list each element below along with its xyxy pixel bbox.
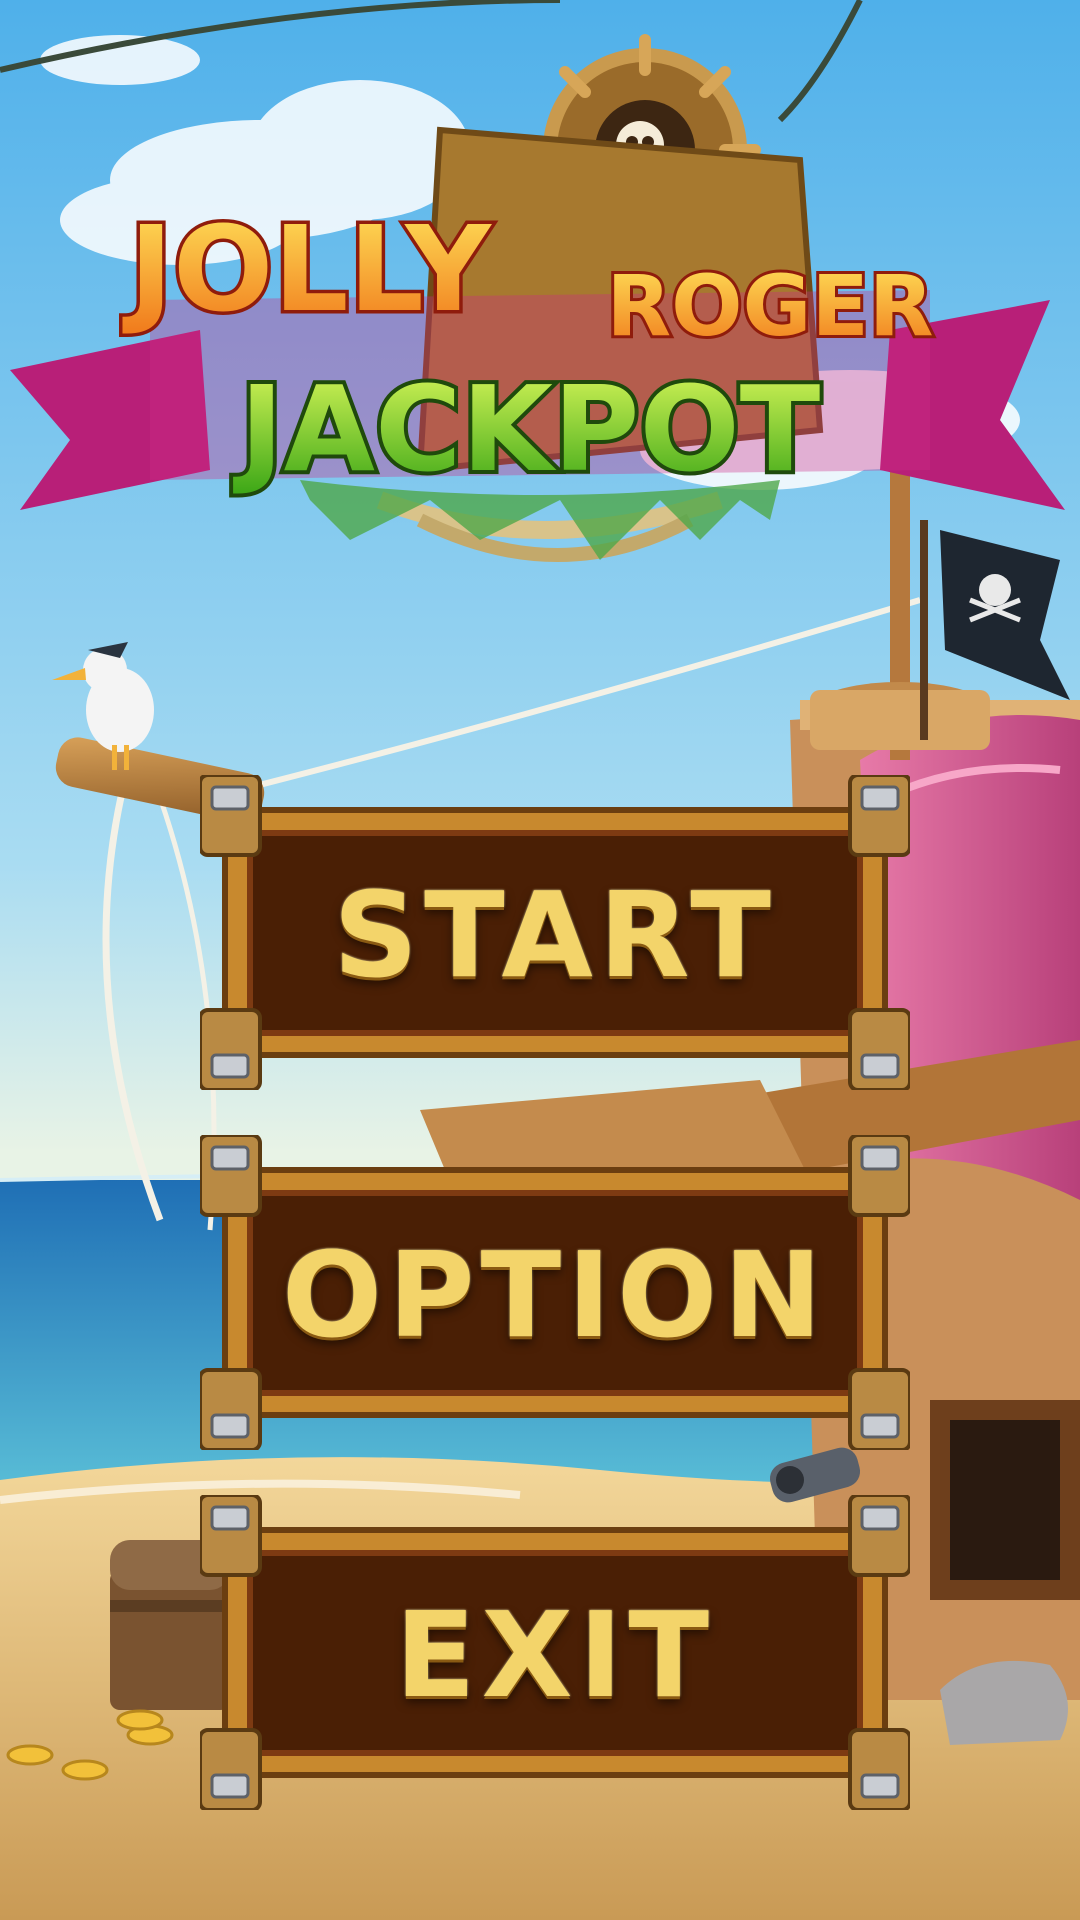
exit-button[interactable]: EXIT [200,1495,910,1810]
game-logo: JOLLY ROGER JACKPOT [10,34,1065,562]
option-button[interactable]: OPTION [200,1135,910,1450]
exit-button-label: EXIT [395,1586,715,1724]
start-button-label: START [333,866,777,1004]
start-button[interactable]: START [200,775,910,1090]
option-button-label: OPTION [281,1226,829,1364]
title-word-jackpot: JACKPOT [233,360,821,498]
title-word-roger: ROGER [606,257,933,355]
title-word-jolly: JOLLY [122,200,492,338]
